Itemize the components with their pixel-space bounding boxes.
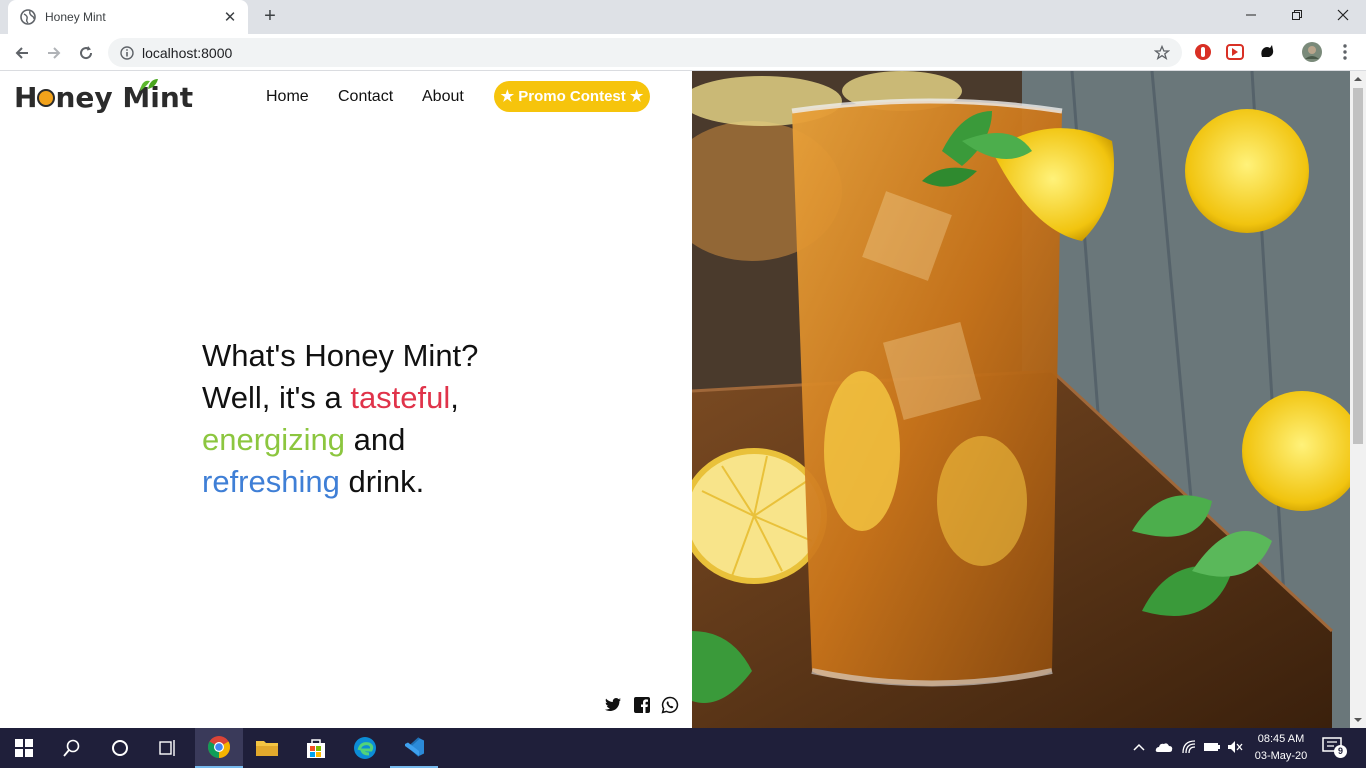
vscode-button[interactable] — [390, 728, 438, 768]
forward-button[interactable] — [42, 41, 66, 65]
whatsapp-icon[interactable] — [661, 696, 679, 714]
task-view-icon — [159, 740, 175, 756]
battery-icon[interactable] — [1203, 741, 1221, 753]
notifications-button[interactable]: 9 — [1322, 737, 1347, 759]
start-button[interactable] — [0, 728, 48, 768]
iced-tea-image — [692, 71, 1350, 728]
edge-icon — [354, 737, 376, 759]
scroll-down-icon[interactable] — [1350, 712, 1366, 728]
facebook-icon[interactable] — [633, 696, 651, 714]
close-icon — [1337, 9, 1349, 21]
globe-icon — [20, 9, 36, 25]
web-page: Hney Mint Home Contact About ★ Promo Con… — [0, 71, 1350, 728]
new-tab-button[interactable]: + — [258, 5, 282, 29]
clock-time: 08:45 AM — [1257, 733, 1305, 745]
nav-home[interactable]: Home — [266, 88, 309, 106]
search-button[interactable] — [48, 728, 96, 768]
honey-mint-logo[interactable]: Hney Mint — [14, 79, 194, 114]
logo-text: ney Mint — [55, 81, 194, 114]
minimize-button[interactable] — [1228, 0, 1274, 30]
close-tab-icon[interactable]: ✕ — [222, 8, 238, 26]
browser-tab[interactable]: Honey Mint ✕ — [8, 0, 248, 34]
hero-line-3: energizing and — [202, 419, 478, 461]
video-extension-icon[interactable] — [1225, 42, 1245, 62]
task-view-button[interactable] — [144, 728, 192, 768]
gnome-extension-icon[interactable] — [1257, 42, 1277, 62]
restore-button[interactable] — [1274, 0, 1320, 30]
profile-avatar[interactable] — [1301, 41, 1323, 63]
iced-tea-photo — [692, 71, 1350, 728]
chrome-taskbar-button[interactable] — [195, 728, 243, 768]
volume-muted-icon[interactable] — [1227, 740, 1243, 754]
adblock-extension-icon[interactable] — [1193, 42, 1213, 62]
chevron-up-icon[interactable] — [1133, 742, 1145, 752]
word-refreshing: refreshing — [202, 464, 340, 499]
arrow-right-icon — [48, 47, 61, 59]
restore-icon — [1292, 10, 1302, 20]
notification-count-badge: 9 — [1334, 745, 1347, 758]
hero-text-fragment: and — [345, 422, 406, 457]
windows-taskbar: 08:45 AM 03-May-20 9 — [0, 728, 1366, 768]
address-bar[interactable]: localhost:8000 — [108, 38, 1182, 67]
word-tasteful: tasteful — [350, 380, 451, 415]
browser-toolbar: localhost:8000 — [0, 34, 1366, 71]
vscode-icon — [405, 737, 424, 757]
scrollbar-thumb[interactable] — [1353, 88, 1363, 444]
back-button[interactable] — [10, 41, 34, 65]
arrow-left-icon — [15, 47, 28, 59]
url-text[interactable]: localhost:8000 — [142, 45, 232, 61]
wifi-icon[interactable] — [1181, 739, 1197, 755]
reload-icon — [80, 46, 93, 60]
search-icon — [63, 739, 80, 757]
hero-line-1: What's Honey Mint? — [202, 338, 479, 373]
clock-date: 03-May-20 — [1254, 750, 1308, 762]
hero-text: What's Honey Mint? Well, it's a tasteful… — [202, 335, 478, 503]
reload-button[interactable] — [74, 41, 98, 65]
logo-letter-h: H — [14, 81, 38, 114]
hero-line-4: refreshing drink. — [202, 461, 478, 503]
scroll-up-icon[interactable] — [1350, 71, 1366, 87]
hero-line-2: Well, it's a tasteful, — [202, 377, 478, 419]
mint-leaf-icon — [140, 79, 158, 91]
chrome-icon — [208, 736, 230, 758]
folder-icon — [256, 741, 278, 756]
edge-button[interactable] — [341, 728, 389, 768]
windows-icon — [15, 739, 33, 757]
hero-text-fragment: Well, it's a — [202, 380, 351, 415]
hero-text-fragment: , — [450, 380, 459, 415]
twitter-icon[interactable] — [604, 696, 622, 714]
info-icon[interactable] — [120, 45, 134, 60]
browser-tab-strip: Honey Mint ✕ + — [0, 0, 1366, 34]
tab-title: Honey Mint — [45, 10, 106, 24]
hero-text-fragment: drink. — [339, 464, 425, 499]
honey-drop-icon — [37, 89, 56, 107]
nav-about[interactable]: About — [422, 88, 464, 106]
word-energizing: energizing — [202, 422, 346, 457]
cortana-icon — [112, 740, 128, 756]
minimize-icon — [1246, 14, 1256, 16]
store-button[interactable] — [292, 728, 340, 768]
page-scrollbar[interactable] — [1350, 71, 1366, 728]
system-clock[interactable]: 08:45 AM 03-May-20 — [1248, 731, 1314, 765]
star-bookmark-icon[interactable] — [1154, 44, 1170, 61]
close-window-button[interactable] — [1320, 0, 1366, 30]
onedrive-icon[interactable] — [1155, 741, 1173, 753]
promo-contest-button[interactable]: ★ Promo Contest ★ — [494, 81, 650, 112]
file-explorer-button[interactable] — [243, 728, 291, 768]
store-icon — [307, 739, 325, 758]
menu-kebab-icon[interactable] — [1335, 42, 1355, 62]
cortana-button[interactable] — [96, 728, 144, 768]
nav-contact[interactable]: Contact — [338, 88, 393, 106]
